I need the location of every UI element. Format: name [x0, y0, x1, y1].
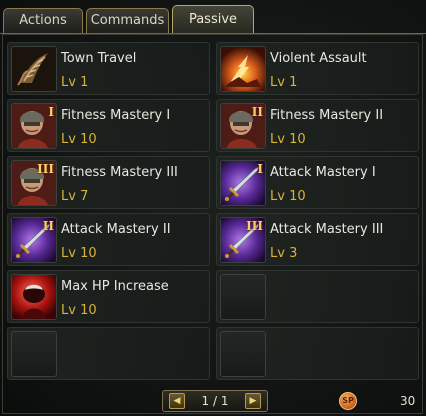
rank-numeral: II — [42, 219, 54, 233]
skill-name: Fitness Mastery II — [270, 108, 384, 123]
rank-numeral: III — [37, 162, 54, 176]
empty-skill-slot — [216, 270, 419, 323]
town-travel-icon[interactable] — [11, 46, 57, 92]
tab-commands[interactable]: Commands — [86, 8, 169, 34]
skill-max-hp-increase[interactable]: Max HP Increase Lv 10 — [7, 270, 210, 323]
skill-level: Lv 10 — [61, 246, 97, 261]
page-navigator: ◀ 1 / 1 ▶ — [162, 390, 268, 412]
tab-bar: Actions Commands Passive — [3, 5, 254, 34]
tab-passive[interactable]: Passive — [172, 5, 254, 34]
skill-points-value: 30 — [400, 394, 416, 408]
empty-slot-frame — [220, 331, 266, 377]
skill-name: Town Travel — [61, 51, 137, 66]
max-hp-increase-icon[interactable] — [11, 274, 57, 320]
violent-assault-icon[interactable] — [220, 46, 266, 92]
skill-points-icon: SP — [339, 392, 357, 410]
skill-attack-mastery-iii[interactable]: III Attack Mastery III Lv 3 — [216, 213, 419, 266]
fitness-mastery-icon[interactable]: II — [220, 103, 266, 149]
skill-violent-assault[interactable]: Violent Assault Lv 1 — [216, 42, 419, 95]
rank-numeral: II — [251, 105, 263, 119]
empty-slot-frame — [220, 274, 266, 320]
tab-actions[interactable]: Actions — [3, 8, 83, 34]
skill-level: Lv 10 — [61, 303, 97, 318]
skill-grid: Town Travel Lv 1 Violent Assault Lv 1 I Fitne… — [7, 42, 419, 380]
skill-name: Fitness Mastery I — [61, 108, 171, 123]
empty-skill-slot — [7, 327, 210, 380]
skill-attack-mastery-i[interactable]: I Attack Mastery I Lv 10 — [216, 156, 419, 209]
skill-name: Violent Assault — [270, 51, 367, 66]
skill-fitness-mastery-iii[interactable]: III Fitness Mastery III Lv 7 — [7, 156, 210, 209]
empty-skill-slot — [216, 327, 419, 380]
arrow-left-icon[interactable]: ◀ — [169, 393, 185, 409]
skill-name: Attack Mastery III — [270, 222, 384, 237]
skill-name: Max HP Increase — [61, 279, 169, 294]
skill-level: Lv 10 — [61, 132, 97, 147]
attack-mastery-icon[interactable]: II — [11, 217, 57, 263]
skill-name: Attack Mastery I — [270, 165, 376, 180]
fitness-mastery-icon[interactable]: I — [11, 103, 57, 149]
rank-numeral: I — [48, 105, 54, 119]
skill-level: Lv 10 — [270, 189, 306, 204]
skill-name: Fitness Mastery III — [61, 165, 178, 180]
fitness-mastery-icon[interactable]: III — [11, 160, 57, 206]
skill-town-travel[interactable]: Town Travel Lv 1 — [7, 42, 210, 95]
skill-name: Attack Mastery II — [61, 222, 171, 237]
skill-level: Lv 1 — [61, 75, 89, 90]
attack-mastery-icon[interactable]: III — [220, 217, 266, 263]
skill-level: Lv 3 — [270, 246, 298, 261]
arrow-right-icon[interactable]: ▶ — [245, 393, 261, 409]
attack-mastery-icon[interactable]: I — [220, 160, 266, 206]
page-indicator: 1 / 1 — [201, 394, 229, 408]
rank-numeral: III — [246, 219, 263, 233]
skill-level: Lv 10 — [270, 132, 306, 147]
skill-attack-mastery-ii[interactable]: II Attack Mastery II Lv 10 — [7, 213, 210, 266]
skill-level: Lv 7 — [61, 189, 89, 204]
rank-numeral: I — [257, 162, 263, 176]
skill-fitness-mastery-i[interactable]: I Fitness Mastery I Lv 10 — [7, 99, 210, 152]
empty-slot-frame — [11, 331, 57, 377]
passive-skills-panel: Actions Commands Passive Town Travel Lv 1… — [0, 0, 426, 416]
skill-fitness-mastery-ii[interactable]: II Fitness Mastery II Lv 10 — [216, 99, 419, 152]
skill-level: Lv 1 — [270, 75, 298, 90]
